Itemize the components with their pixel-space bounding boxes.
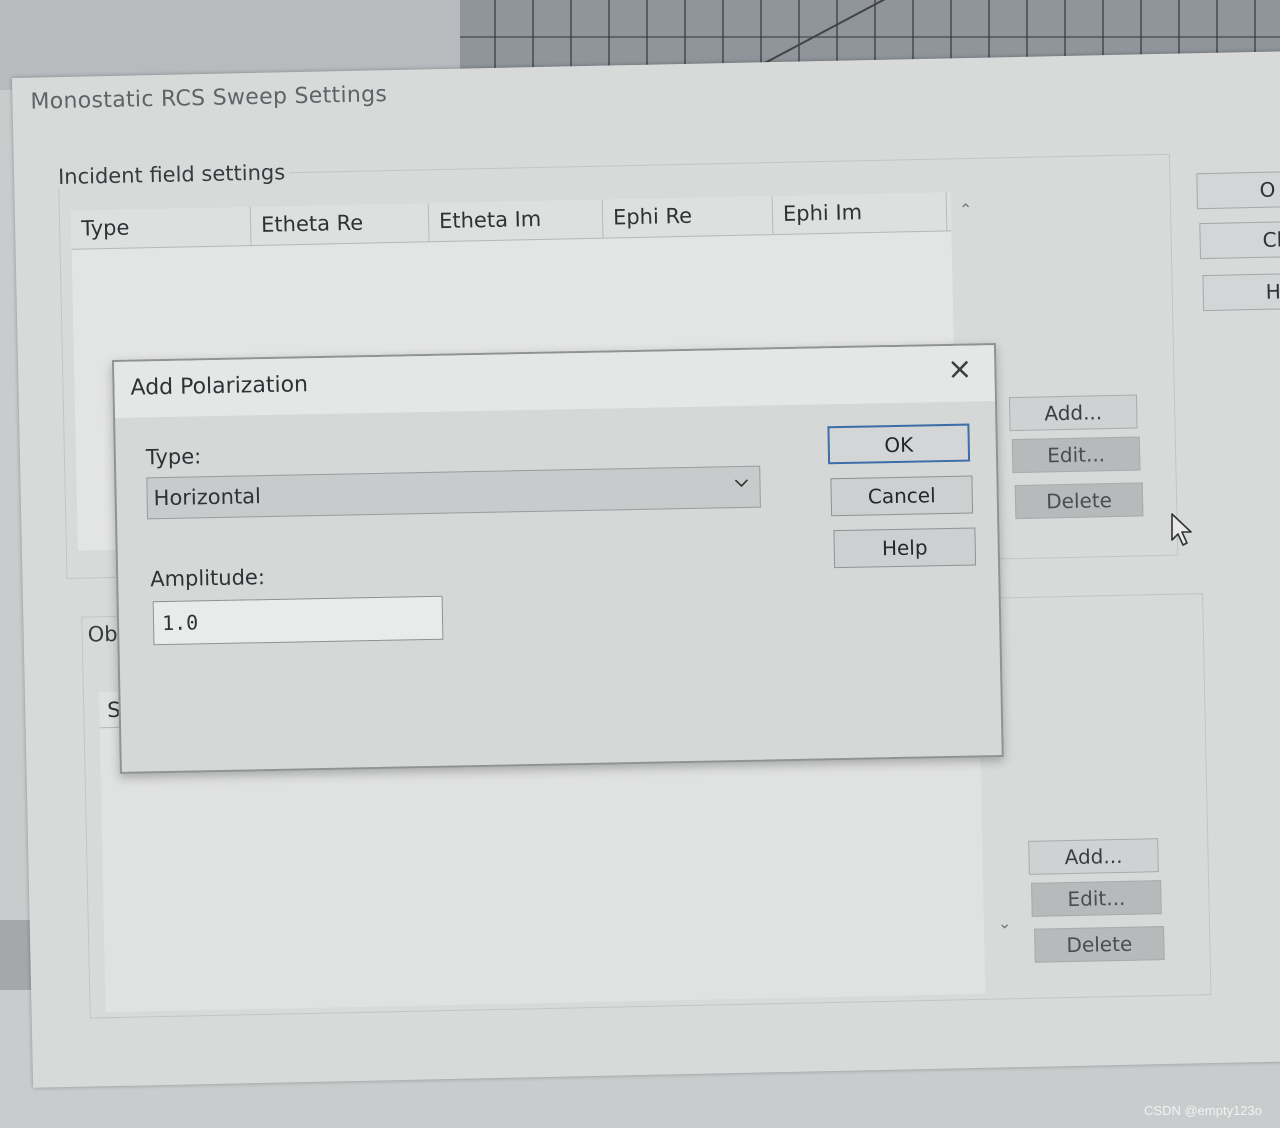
- cancel-button[interactable]: Cancel: [830, 475, 974, 517]
- type-select-value: Horizontal: [153, 484, 262, 511]
- column-type[interactable]: Type: [70, 207, 252, 249]
- amplitude-field-wrapper: [152, 595, 444, 646]
- observe-add-button[interactable]: Add...: [1028, 838, 1159, 875]
- observe-delete-button[interactable]: Delete: [1034, 926, 1165, 963]
- window-title: Monostatic RCS Sweep Settings: [30, 82, 388, 115]
- watermark: CSDN @empty123o: [1144, 1103, 1262, 1118]
- incident-add-button[interactable]: Add...: [1008, 394, 1138, 432]
- main-ok-button[interactable]: O: [1196, 171, 1280, 210]
- observe-edit-button[interactable]: Edit...: [1031, 880, 1162, 917]
- chevron-down-icon: [734, 479, 748, 488]
- incident-edit-button[interactable]: Edit...: [1011, 436, 1141, 474]
- amplitude-label: Amplitude:: [149, 565, 266, 592]
- column-etheta-im[interactable]: Etheta Im: [428, 199, 604, 242]
- column-ephi-re[interactable]: Ephi Re: [602, 196, 774, 238]
- type-select[interactable]: Horizontal: [146, 465, 761, 520]
- main-help-button[interactable]: He: [1202, 273, 1280, 312]
- scroll-down-arrow-icon[interactable]: ⌄: [998, 913, 1012, 932]
- amplitude-input[interactable]: [153, 596, 443, 645]
- add-polarization-dialog: Add Polarization × Type: Horizontal Ampl…: [112, 343, 1004, 774]
- scroll-up-arrow-icon[interactable]: ⌃: [959, 200, 973, 219]
- dialog-title: Add Polarization: [130, 372, 309, 401]
- ok-button[interactable]: OK: [827, 423, 971, 465]
- incident-group-label: Incident field settings: [53, 160, 290, 190]
- help-button[interactable]: Help: [833, 527, 977, 569]
- incident-delete-button[interactable]: Delete: [1014, 482, 1144, 520]
- column-ephi-im[interactable]: Ephi Im: [772, 192, 948, 235]
- close-icon[interactable]: ×: [947, 351, 973, 386]
- column-etheta-re[interactable]: Etheta Re: [250, 203, 430, 246]
- type-label: Type:: [145, 444, 202, 470]
- main-close-button[interactable]: Clo: [1199, 221, 1280, 260]
- mouse-pointer-icon: [1171, 513, 1192, 546]
